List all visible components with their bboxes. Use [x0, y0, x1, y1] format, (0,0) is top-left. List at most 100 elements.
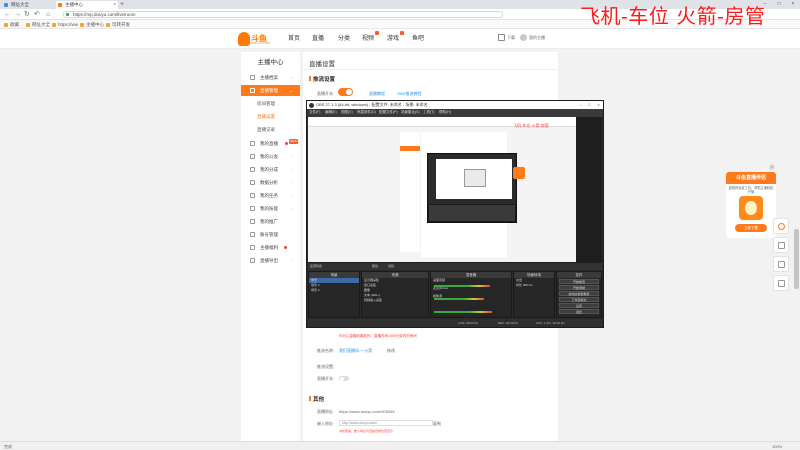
scrollbar-thumb[interactable]: [794, 229, 799, 289]
site-header: 斗鱼 DOUYU.COM 首页 直播 分类 视频 游戏 鱼吧 下载 我的主播: [0, 29, 800, 49]
live-switch-toggle[interactable]: [339, 376, 349, 381]
obs-menu-item[interactable]: 工具(T): [423, 110, 434, 115]
obs-minimize-button[interactable]: –: [576, 101, 585, 109]
obs-properties-button[interactable]: 属性: [372, 264, 378, 268]
right-tool-top[interactable]: [773, 275, 789, 291]
browser-tab-active[interactable]: 主播中心 ×: [56, 1, 118, 9]
obs-menu-item[interactable]: 文件(F): [309, 110, 320, 115]
copy-button[interactable]: 复制: [433, 421, 441, 427]
obs-preview[interactable]: 飞机-车位 火箭-房管: [308, 117, 602, 263]
room-edit-link[interactable]: 修改: [387, 348, 395, 354]
sidebar-item-live-manage[interactable]: 直播管理 ⌄: [241, 85, 300, 96]
tab-close-icon[interactable]: ×: [113, 1, 116, 9]
sidebar-item-share[interactable]: 我的分成 ›: [241, 164, 300, 175]
download-icon[interactable]: [498, 34, 505, 41]
sidebar-item-export[interactable]: 直播导出 ›: [241, 255, 300, 266]
sidebar-subitem-settings[interactable]: 直播设置: [241, 111, 300, 122]
sidebar-item-skills[interactable]: 我的技能 ›: [241, 203, 300, 214]
bookmark-item[interactable]: 收藏: [4, 21, 19, 28]
source-item[interactable]: 音频输入采集: [362, 298, 428, 303]
guild-icon: [250, 154, 255, 159]
gift-icon: [250, 245, 255, 250]
user-label[interactable]: 我的主播: [529, 35, 545, 41]
sidebar-item-guild[interactable]: 我的公会 ›: [241, 151, 300, 162]
sidebar-item-profile[interactable]: 主播档案 ›: [241, 72, 300, 83]
obs-close-button[interactable]: ×: [594, 101, 603, 109]
embed-input[interactable]: http://www.douyu.com/: [339, 420, 433, 426]
avatar[interactable]: [520, 34, 527, 41]
push-toggle[interactable]: [338, 88, 353, 96]
right-tool-app[interactable]: [773, 256, 789, 272]
tutorial-link[interactable]: 直播教程: [369, 91, 385, 97]
obs-menu-item[interactable]: 帮助(H): [439, 110, 451, 115]
nav-video[interactable]: 视频: [362, 31, 380, 44]
obs-menu-item[interactable]: 停靠部件(D): [357, 110, 376, 115]
cpu-fps: CPU: 1.2%, 30.00 fps: [536, 321, 565, 325]
douyu-logo[interactable]: 斗鱼 DOUYU.COM: [238, 32, 270, 46]
setting-label: 推流设置:: [317, 364, 335, 369]
promo-title: 斗鱼直播伴侣: [726, 172, 776, 184]
bookmark-item[interactable]: 玩转开发: [106, 21, 130, 28]
sidebar-item-my-live[interactable]: 我的直播 NEW: [241, 138, 300, 149]
obs-menu-item[interactable]: 视图(V): [341, 110, 353, 115]
right-tool-home[interactable]: [773, 237, 789, 253]
obs-tutorial-link[interactable]: OBS推流教程: [397, 91, 421, 97]
transition-duration[interactable]: 时长 300 ms: [514, 283, 554, 288]
lock-icon: [66, 13, 69, 16]
start-streaming-button[interactable]: 开始推流: [559, 279, 599, 284]
section-title-push: 推流设置: [309, 75, 335, 83]
sidebar-item-promo[interactable]: 我的推广: [241, 216, 300, 227]
new-tab-button[interactable]: +: [120, 0, 124, 9]
close-icon[interactable]: ×: [769, 164, 775, 170]
url-text: https://mp.douyu.com/live/room: [73, 12, 136, 17]
audio-meter: [434, 311, 492, 313]
virtual-camera-button[interactable]: 启动虚拟摄像机: [559, 291, 599, 296]
bookmark-item[interactable]: https://ww: [52, 21, 78, 28]
sidebar-item-tasks[interactable]: 我的任务 ›: [241, 190, 300, 201]
nav-fishbar[interactable]: 鱼吧: [412, 34, 424, 44]
obs-menu-item[interactable]: 编辑(E): [325, 110, 337, 115]
forward-icon[interactable]: →: [14, 10, 21, 19]
nav-home[interactable]: 首页: [288, 34, 300, 44]
exit-button[interactable]: 退出: [559, 309, 599, 314]
obs-menu-item[interactable]: 配置文件(P): [379, 110, 398, 115]
settings-button[interactable]: 设置: [559, 303, 599, 308]
zoom-level[interactable]: 100%: [772, 444, 782, 449]
star-icon: [4, 22, 8, 27]
sidebar-item-analytics[interactable]: 数据分析 ›: [241, 177, 300, 188]
obs-controls-dock: 控件 开始推流 开始录制 启动虚拟摄像机 工作室模式 设置 退出: [556, 271, 602, 318]
nav-games[interactable]: 游戏: [387, 31, 405, 44]
obs-preview-scrollbar[interactable]: [576, 117, 602, 262]
obs-menu-item[interactable]: 场景集合(S): [401, 110, 420, 115]
sidebar-subitem-records[interactable]: 直播记录: [241, 124, 300, 135]
close-window-button[interactable]: ×: [786, 0, 800, 9]
obs-mixer-dock: 混音器 桌面音频 麦克风/Aux 媒体源: [430, 271, 512, 318]
bookmark-item[interactable]: 主播中心: [80, 21, 104, 28]
start-recording-button[interactable]: 开始录制: [559, 285, 599, 290]
favicon-icon: [58, 3, 62, 7]
bookmark-item[interactable]: 网址大全: [26, 21, 50, 28]
refresh-icon[interactable]: ↻: [24, 10, 30, 19]
obs-filters-button[interactable]: 滤镜: [388, 264, 394, 268]
obs-maximize-button[interactable]: □: [585, 101, 594, 109]
nav-live[interactable]: 直播: [312, 34, 324, 44]
page-scrollbar[interactable]: [793, 49, 800, 441]
home-icon[interactable]: ⌂: [46, 10, 50, 19]
right-tool-live[interactable]: [773, 218, 789, 234]
sidebar-item-welfare[interactable]: 主播福利: [241, 242, 300, 253]
studio-mode-button[interactable]: 工作室模式: [559, 297, 599, 302]
maximize-button[interactable]: □: [772, 0, 786, 9]
download-label[interactable]: 下载: [507, 35, 515, 41]
sidebar-subitem-room[interactable]: 房间管理: [241, 98, 300, 109]
notice-dot-icon: [285, 142, 288, 145]
room-link[interactable]: 我们直播间-一火箭: [339, 348, 372, 354]
scene-item[interactable]: 场景 3: [309, 288, 359, 293]
url-input[interactable]: https://mp.douyu.com/live/room: [63, 11, 503, 18]
browser-tab[interactable]: 网址大全: [2, 1, 54, 9]
undo-icon[interactable]: ↶: [34, 10, 40, 19]
nav-category[interactable]: 分类: [338, 34, 350, 44]
download-button[interactable]: 立即下载: [735, 224, 767, 232]
back-icon[interactable]: ←: [4, 10, 11, 19]
sidebar: 主播中心 主播档案 › 直播管理 ⌄ 房间管理 直播设置 直播记录 我的直播 NEW …: [241, 52, 300, 442]
sidebar-item-account[interactable]: 账号管理: [241, 229, 300, 240]
